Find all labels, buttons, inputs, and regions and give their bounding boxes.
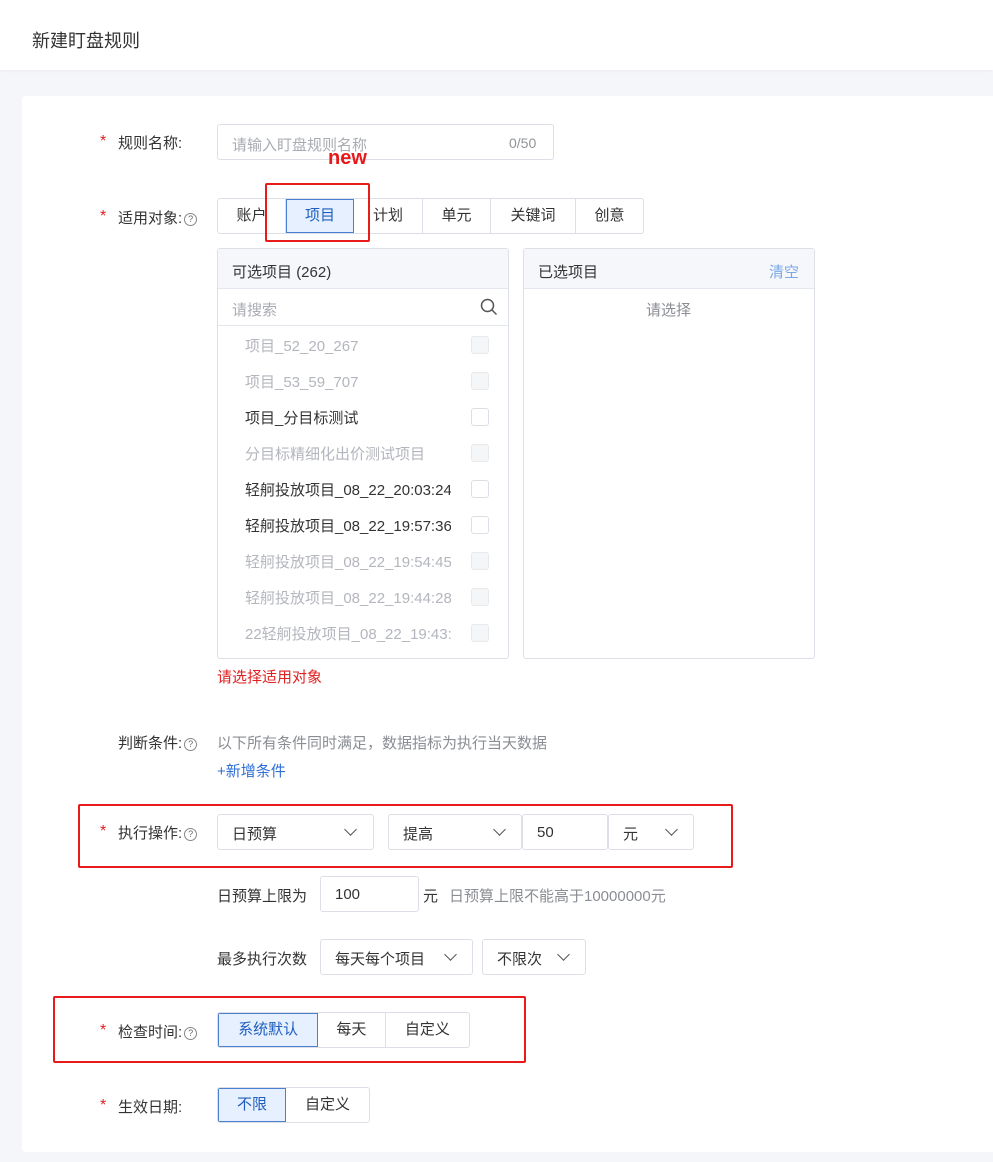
required-mark: * xyxy=(100,1097,107,1114)
budget-limit-hint: 日预算上限不能高于10000000元 xyxy=(449,888,666,905)
budget-limit-value: 100 xyxy=(335,886,361,903)
required-mark: * xyxy=(100,208,107,225)
help-icon[interactable]: ? xyxy=(184,738,198,751)
effective-date-option-unlimited[interactable]: 不限 xyxy=(218,1088,287,1122)
available-search[interactable]: 请搜索 xyxy=(218,290,508,326)
search-icon[interactable] xyxy=(480,298,498,316)
chevron-down-icon xyxy=(344,823,357,836)
available-panel: 可选项目 (262) 请搜索 项目_52_20_267 项目_53_59_707 项… xyxy=(217,248,509,659)
page-header: 新建盯盘规则 xyxy=(0,0,993,70)
list-item: 22轻舸投放项目_08_22_19:43:0 xyxy=(218,614,508,650)
list-item-checkbox xyxy=(471,336,489,354)
check-time-option-daily[interactable]: 每天 xyxy=(318,1013,386,1047)
page-title: 新建盯盘规则 xyxy=(32,31,140,51)
condition-desc: 以下所有条件同时满足，数据指标为执行当天数据 xyxy=(217,735,548,752)
list-item: 分目标精细化出价测试项目 xyxy=(218,434,508,470)
list-item-label: 分目标精细化出价测试项目 xyxy=(245,446,426,463)
chevron-down-icon xyxy=(557,948,570,961)
list-item-checkbox[interactable] xyxy=(471,480,489,498)
list-item-checkbox xyxy=(471,444,489,462)
list-item[interactable]: 项目_分目标测试 xyxy=(218,398,508,434)
list-item-checkbox xyxy=(471,624,489,642)
budget-limit-unit: 元 xyxy=(423,888,439,905)
target-error: 请选择适用对象 xyxy=(217,669,323,686)
check-time-label: 检查时间:? xyxy=(118,1021,198,1042)
list-item-label: 项目_分目标测试 xyxy=(245,410,359,427)
action-field-select[interactable]: 日预算 xyxy=(217,814,374,850)
list-item: 轻舸投放项目_08_22_19:54:45 xyxy=(218,542,508,578)
effective-date-segmented: 不限 自定义 xyxy=(217,1087,370,1123)
rule-name-label: 规则名称: xyxy=(118,135,183,152)
max-exec-scope-value: 每天每个项目 xyxy=(335,951,426,968)
check-time-option-custom[interactable]: 自定义 xyxy=(386,1013,469,1047)
list-item-label: 轻舸投放项目_08_22_19:54:45 xyxy=(245,554,451,571)
search-placeholder: 请搜索 xyxy=(232,302,278,319)
chevron-down-icon xyxy=(444,948,457,961)
rule-name-input[interactable]: 请输入盯盘规则名称 0/50 xyxy=(217,124,554,160)
list-item-checkbox xyxy=(471,372,489,390)
action-op-value: 提高 xyxy=(403,826,434,843)
add-condition-button[interactable]: +新增条件 xyxy=(217,760,286,781)
help-icon[interactable]: ? xyxy=(184,828,198,841)
chevron-down-icon xyxy=(493,823,506,836)
help-icon[interactable]: ? xyxy=(184,213,198,226)
list-item-label: 22轻舸投放项目_08_22_19:43:0 xyxy=(245,626,451,643)
char-counter: 0/50 xyxy=(509,135,537,151)
action-op-select[interactable]: 提高 xyxy=(388,814,522,850)
highlight-box-new xyxy=(265,183,370,242)
budget-limit-label: 日预算上限为 xyxy=(217,888,308,905)
list-item[interactable]: 轻舸投放项目_08_22_19:57:36 xyxy=(218,506,508,542)
check-time-option-default[interactable]: 系统默认 xyxy=(218,1013,319,1047)
effective-date-label: 生效日期: xyxy=(118,1099,183,1116)
chevron-down-icon xyxy=(665,823,678,836)
list-item: 项目_53_59_707 xyxy=(218,362,508,398)
clear-button[interactable]: 清空 xyxy=(769,261,799,282)
selected-title: 已选项目 xyxy=(538,264,599,281)
required-mark: * xyxy=(100,823,107,840)
list-item-label: 项目_53_59_707 xyxy=(245,374,359,391)
selected-panel: 已选项目 清空 请选择 xyxy=(523,248,815,659)
selected-empty: 请选择 xyxy=(646,302,692,319)
list-item: 项目_52_20_267 xyxy=(218,326,508,362)
action-value: 50 xyxy=(537,824,554,841)
available-title: 可选项目 (262) xyxy=(232,264,332,281)
max-exec-limit-select[interactable]: 不限次 xyxy=(482,939,586,975)
required-mark: * xyxy=(100,133,107,150)
max-exec-scope-select[interactable]: 每天每个项目 xyxy=(320,939,473,975)
new-annotation-label: new xyxy=(328,147,367,169)
list-item-checkbox xyxy=(471,552,489,570)
budget-limit-input[interactable]: 100 xyxy=(320,876,419,912)
list-item: 轻舸投放项目_08_22_19:44:28 xyxy=(218,578,508,614)
available-list: 项目_52_20_267 项目_53_59_707 项目_分目标测试分目标精细化出价… xyxy=(218,326,508,658)
action-unit-value: 元 xyxy=(623,826,639,843)
action-unit-select[interactable]: 元 xyxy=(608,814,694,850)
effective-date-option-custom[interactable]: 自定义 xyxy=(286,1088,369,1122)
max-exec-label: 最多执行次数 xyxy=(217,951,308,968)
list-item-label: 项目_52_20_267 xyxy=(245,338,359,355)
target-label: 适用对象:? xyxy=(118,207,198,228)
max-exec-limit-value: 不限次 xyxy=(497,951,543,968)
required-mark: * xyxy=(100,1022,107,1039)
list-item-checkbox[interactable] xyxy=(471,408,489,426)
list-item-checkbox[interactable] xyxy=(471,516,489,534)
list-item-label: 轻舸投放项目_08_22_20:03:24 xyxy=(245,482,451,499)
help-icon[interactable]: ? xyxy=(184,1027,198,1040)
list-item[interactable]: 轻舸投放项目_08_22_20:03:24 xyxy=(218,470,508,506)
list-item-label: 轻舸投放项目_08_22_19:57:36 xyxy=(245,518,451,535)
action-field-value: 日预算 xyxy=(232,826,278,843)
target-option-unit[interactable]: 单元 xyxy=(423,199,491,233)
condition-label: 判断条件:? xyxy=(118,732,198,753)
selected-panel-header: 已选项目 清空 xyxy=(524,249,814,289)
action-label: 执行操作:? xyxy=(118,822,198,843)
available-panel-header: 可选项目 (262) xyxy=(218,249,508,289)
check-time-segmented: 系统默认 每天 自定义 xyxy=(217,1012,470,1048)
target-option-keyword[interactable]: 关键词 xyxy=(491,199,576,233)
target-option-creative[interactable]: 创意 xyxy=(576,199,643,233)
list-item-checkbox xyxy=(471,588,489,606)
list-item-label: 轻舸投放项目_08_22_19:44:28 xyxy=(245,590,451,607)
action-value-input[interactable]: 50 xyxy=(522,814,608,850)
